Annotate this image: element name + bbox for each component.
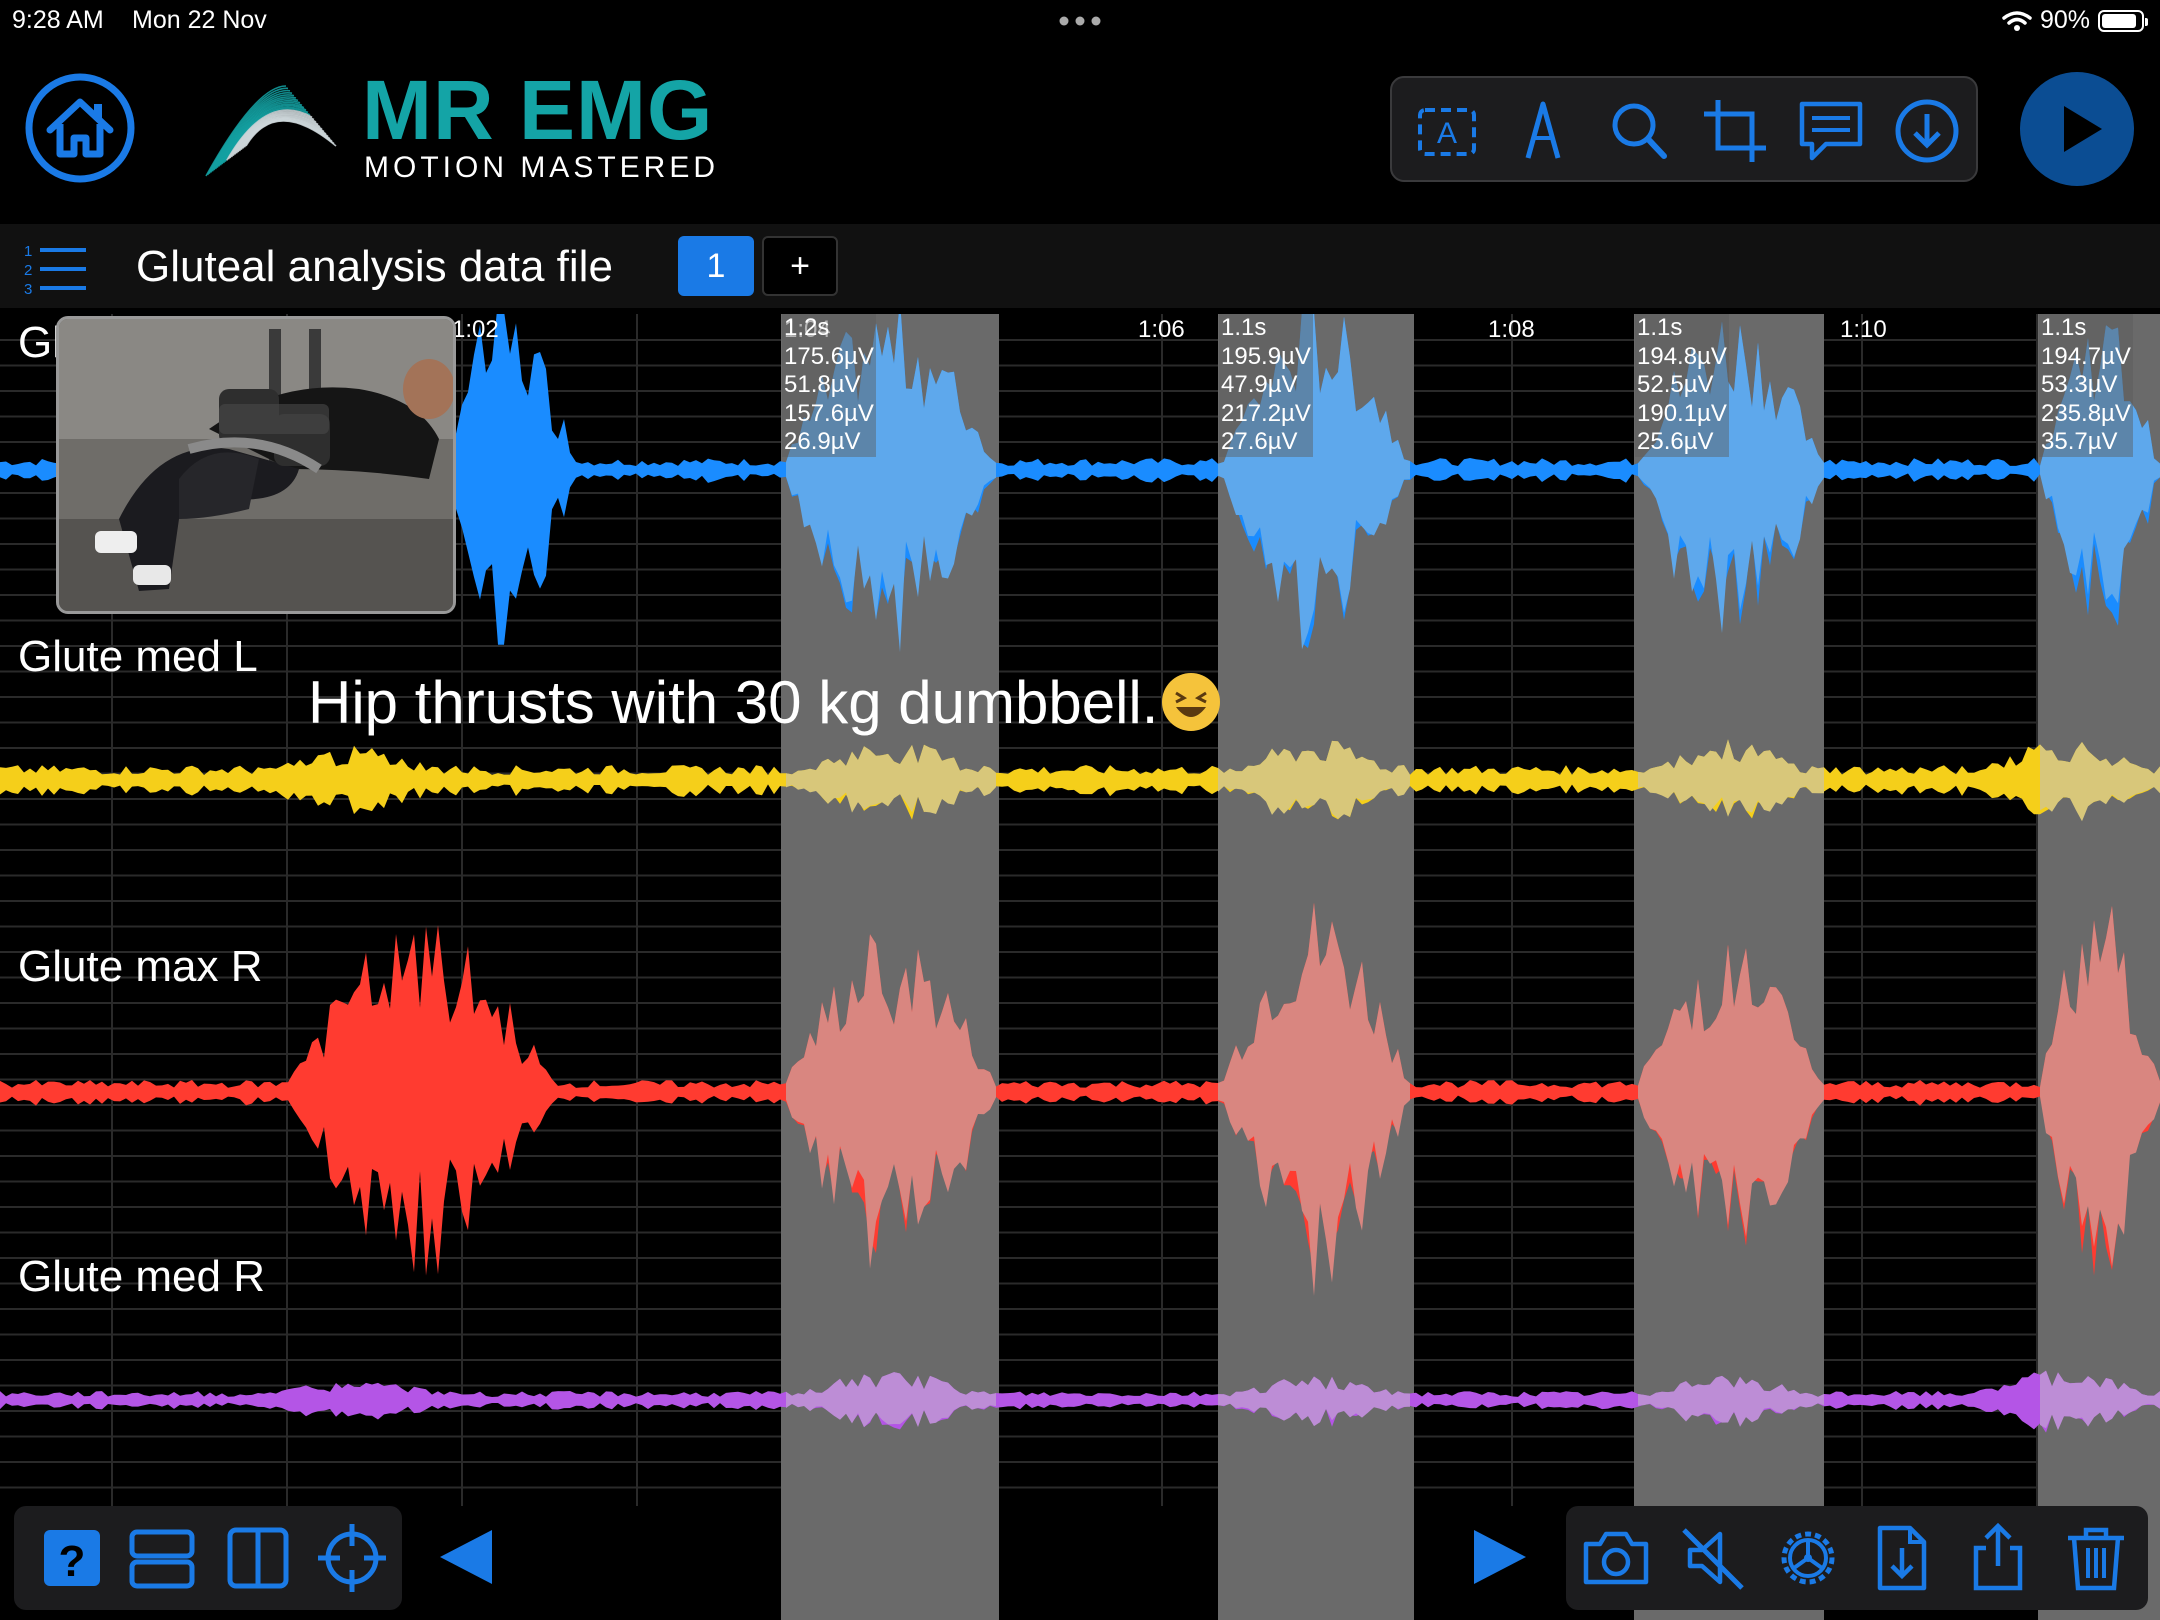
segment-stat-line: 25.6µV [1637,428,1714,455]
file-actions [1566,1506,2148,1610]
multitasking-dots-icon[interactable] [1056,14,1104,28]
segment-stat-line: 26.9µV [784,428,861,455]
segment-stat-line: 217.2µV [1221,399,1311,427]
comment-icon[interactable] [1796,96,1866,166]
channel-label-glute-med-r: Glute med R [18,1252,265,1301]
video-thumbnail[interactable] [56,316,456,614]
segment-stat-line: 1.1s [1637,314,1683,341]
page-tab-1[interactable]: 1 [678,236,754,296]
segment-stat-line: 27.6µV [1221,428,1298,455]
waveform-channel-2 [0,739,2160,820]
segment-stats-4: 1.1s 194.7µV 53.3µV 235.8µV 35.7µV [2039,314,2133,457]
trash-icon[interactable] [2060,1522,2132,1594]
wifi-icon [2002,10,2032,31]
segment-stat-line: 157.6µV [784,399,874,427]
next-arrow-icon[interactable] [1466,1524,1532,1590]
segment-stat-line: 1.1s [2041,314,2087,341]
status-date: Mon 22 Nov [132,6,267,34]
segment-stats-3: 1.1s 194.8µV 52.5µV 190.1µV 25.6µV [1635,314,1729,457]
svg-text:?: ? [59,1537,86,1586]
segment-stat-line: 51.8µV [784,371,861,398]
time-label: 1:02 [452,316,499,343]
segment-stat-line: 235.8µV [2041,399,2131,427]
status-right: 90% [2002,6,2148,35]
battery-percent: 90% [2039,6,2090,34]
segment-stat-line: 1.1s [1221,314,1267,341]
import-file-icon[interactable] [1866,1522,1938,1594]
play-icon [2064,106,2102,152]
time-label: 1:08 [1488,316,1535,343]
download-icon[interactable] [1892,96,1962,166]
previous-arrow-icon[interactable] [434,1524,500,1590]
settings-icon[interactable] [1772,1522,1844,1594]
segment-stats-2: 1.1s 195.9µV 47.9µV 217.2µV 27.6µV [1219,314,1313,457]
segment-stat-line: 35.7µV [2041,428,2118,455]
mute-icon[interactable] [1678,1522,1750,1594]
target-icon[interactable] [316,1522,388,1594]
exercise-video-frame [59,319,453,611]
camera-icon[interactable] [1580,1522,1652,1594]
crop-icon[interactable] [1700,96,1770,166]
add-page-button[interactable]: + [762,236,838,296]
text-box-icon[interactable]: A [1412,96,1482,166]
segment-stat-line: 195.9µV [1221,342,1311,370]
play-button[interactable] [2020,72,2134,186]
battery-icon [2098,9,2148,32]
time-label: 1:06 [1138,316,1185,343]
annotation-text: Hip thrusts with 30 kg dumbbell. [308,669,1159,736]
segment-stat-line: 194.8µV [1637,342,1727,370]
home-button[interactable] [24,72,136,184]
numbered-list-icon[interactable]: 1 2 3 [22,240,88,296]
pen-icon[interactable] [1508,96,1578,166]
logo-icon [205,85,337,177]
brand-title: MR EMG [362,63,714,157]
channel-label-glute-med-l: Glute med L [18,632,258,681]
segment-stat-line: 52.5µV [1637,371,1714,398]
waveform-channel-4 [0,1370,2160,1433]
file-title: Gluteal analysis data file [136,242,613,291]
stacked-view-icon[interactable] [126,1522,198,1594]
svg-text:1: 1 [24,243,32,260]
segment-stat-line: 47.9µV [1221,371,1298,398]
segment-stat-line: 175.6µV [784,342,874,370]
channel-label-glute-max-r: Glute max R [18,942,263,991]
segment-stat-line: 53.3µV [2041,371,2118,398]
status-bar: 9:28 AM Mon 22 Nov 90% [0,0,2160,44]
time-label: 1:10 [1840,316,1887,343]
search-icon[interactable] [1604,96,1674,166]
svg-text:A: A [1437,117,1457,150]
file-bar: 1 2 3 Gluteal analysis data file 1 + [0,224,2160,308]
svg-text:2: 2 [24,262,32,279]
segment-stat-line: 1.2s [784,314,830,341]
waveform-channel-3 [0,902,2160,1276]
segment-stat-line: 190.1µV [1637,399,1727,427]
annotation-note[interactable]: Hip thrusts with 30 kg dumbbell. [308,668,1221,737]
view-controls: ? [14,1506,402,1610]
split-view-icon[interactable] [222,1522,294,1594]
brand-subtitle: MOTION MASTERED [364,151,720,184]
segment-stats-1: 1.2s 175.6µV 51.8µV 157.6µV 26.9µV [782,314,876,457]
help-icon[interactable]: ? [36,1522,108,1594]
svg-text:3: 3 [24,281,32,296]
share-icon[interactable] [1962,1522,2034,1594]
segment-stat-line: 194.7µV [2041,342,2131,370]
status-time: 9:28 AM [12,6,104,34]
laughing-emoji-icon [1162,673,1221,731]
annotation-toolbar: A [1390,76,1978,182]
